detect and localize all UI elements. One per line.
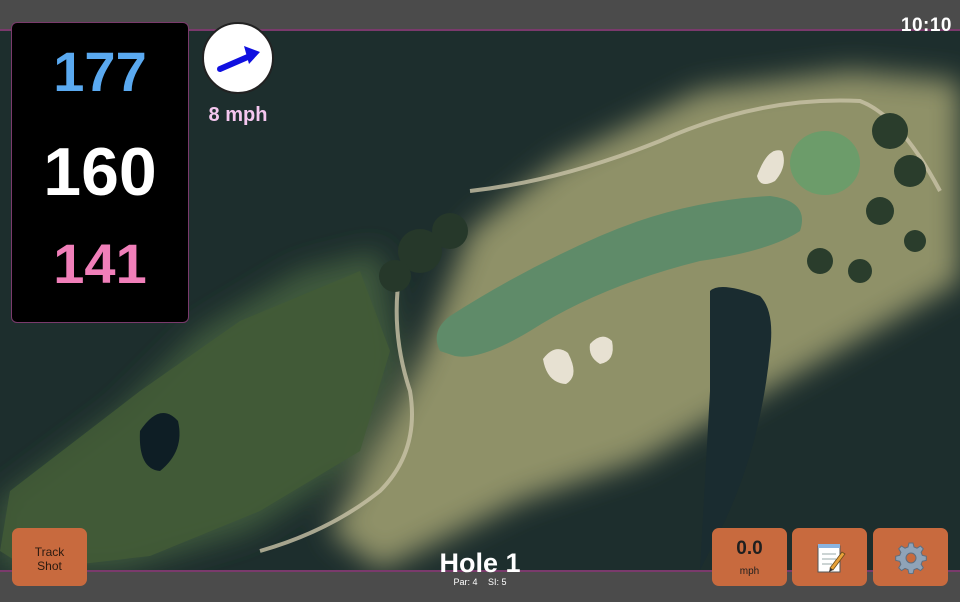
notepad-icon [817, 544, 846, 573]
wind-speed: 8 mph [208, 104, 268, 126]
hole-title: Hole 1 [439, 548, 521, 578]
wind-direction-arrow-icon [217, 46, 260, 72]
track-shot-label-2: Shot [37, 559, 62, 573]
middle-distance: 160 [43, 134, 157, 210]
track-shot-label-1: Track [34, 545, 65, 559]
hole-stroke-index: SI: 5 [488, 577, 507, 587]
wind-indicator [202, 22, 274, 94]
back-distance: 177 [53, 40, 147, 103]
green [790, 131, 860, 195]
hole-info: Par: 4 SI: 5 [380, 577, 580, 587]
distance-panel[interactable]: 177 160 141 [11, 22, 189, 323]
front-distance: 141 [53, 232, 147, 295]
speed-button[interactable]: 0.0 mph [712, 528, 787, 586]
gear-icon [895, 542, 927, 574]
speed-value: 0.0 [736, 538, 763, 559]
notes-button[interactable] [792, 528, 867, 586]
settings-button[interactable] [873, 528, 948, 586]
hole-par: Par: 4 [453, 577, 478, 587]
speed-unit: mph [739, 566, 760, 577]
track-shot-button[interactable]: Track Shot [12, 528, 87, 586]
